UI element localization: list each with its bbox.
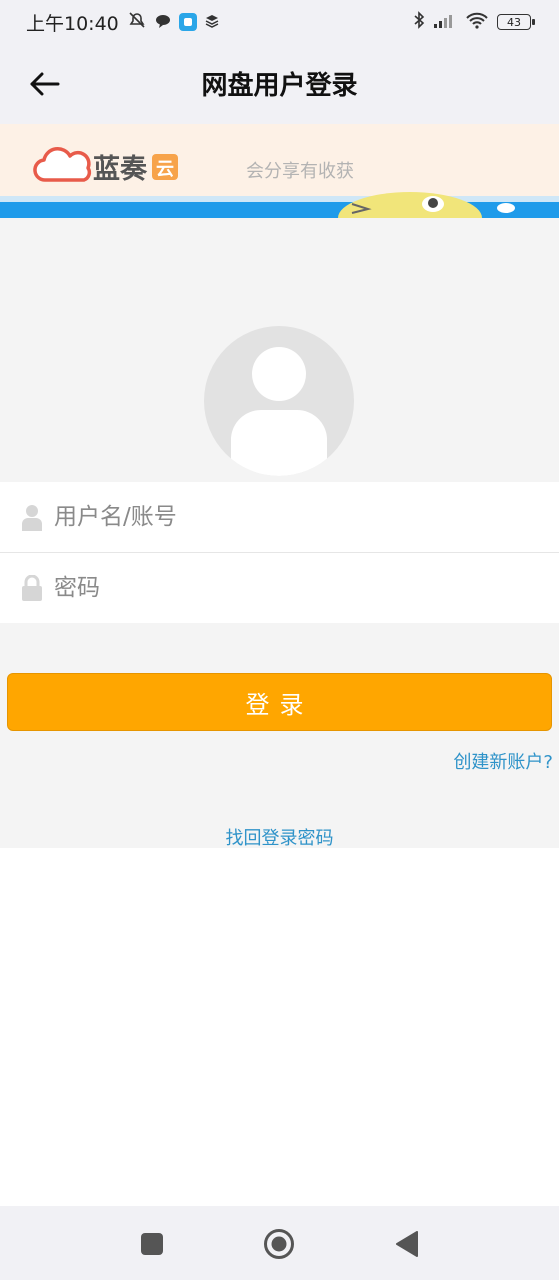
lanzou-logo: 蓝奏 云 bbox=[32, 144, 182, 192]
triangle-back-icon bbox=[396, 1231, 418, 1257]
logo-badge-text: 云 bbox=[156, 159, 174, 180]
system-nav-bar bbox=[0, 1206, 559, 1280]
status-bar-right: 43 bbox=[413, 10, 535, 34]
avatar bbox=[204, 326, 354, 476]
recover-password-link[interactable]: 找回登录密码 bbox=[0, 824, 559, 850]
battery-indicator: 43 bbox=[497, 14, 535, 30]
home-circle-icon bbox=[264, 1229, 294, 1259]
mascot-image bbox=[338, 192, 515, 218]
home-button[interactable] bbox=[263, 1228, 295, 1260]
banner-slogan: 会分享有收获 bbox=[246, 161, 354, 182]
person-icon bbox=[20, 502, 44, 532]
status-bar-left: 上午10:40 bbox=[26, 9, 219, 36]
layers-icon bbox=[205, 11, 219, 33]
square-icon bbox=[141, 1233, 163, 1255]
create-account-link[interactable]: 创建新账户? bbox=[453, 748, 553, 774]
login-button[interactable]: 登录 bbox=[7, 673, 552, 731]
page-title: 网盘用户登录 bbox=[201, 71, 358, 101]
username-row bbox=[0, 482, 559, 552]
app-notification-icon bbox=[178, 13, 197, 31]
password-row bbox=[0, 553, 559, 623]
mute-bell-icon bbox=[127, 11, 147, 33]
login-form-area: 登录 创建新账户? 找回登录密码 bbox=[0, 218, 559, 850]
bluetooth-icon bbox=[413, 10, 425, 34]
default-user-icon bbox=[231, 347, 327, 476]
signal-icon bbox=[433, 11, 457, 33]
recent-apps-button[interactable] bbox=[138, 1230, 166, 1258]
app-header: 网盘用户登录 bbox=[0, 44, 559, 124]
username-input[interactable] bbox=[54, 504, 514, 530]
status-time: 上午10:40 bbox=[26, 12, 119, 35]
wifi-icon bbox=[465, 11, 489, 34]
password-input[interactable] bbox=[54, 575, 514, 601]
lock-icon bbox=[20, 573, 44, 603]
back-nav-button[interactable] bbox=[393, 1230, 421, 1258]
status-bar: 上午10:40 43 bbox=[0, 0, 559, 44]
chat-bubble-icon bbox=[155, 11, 171, 33]
logo-brand-text: 蓝奏 bbox=[93, 154, 148, 185]
lanzou-banner: 蓝奏 云 会分享有收获 bbox=[0, 124, 559, 218]
